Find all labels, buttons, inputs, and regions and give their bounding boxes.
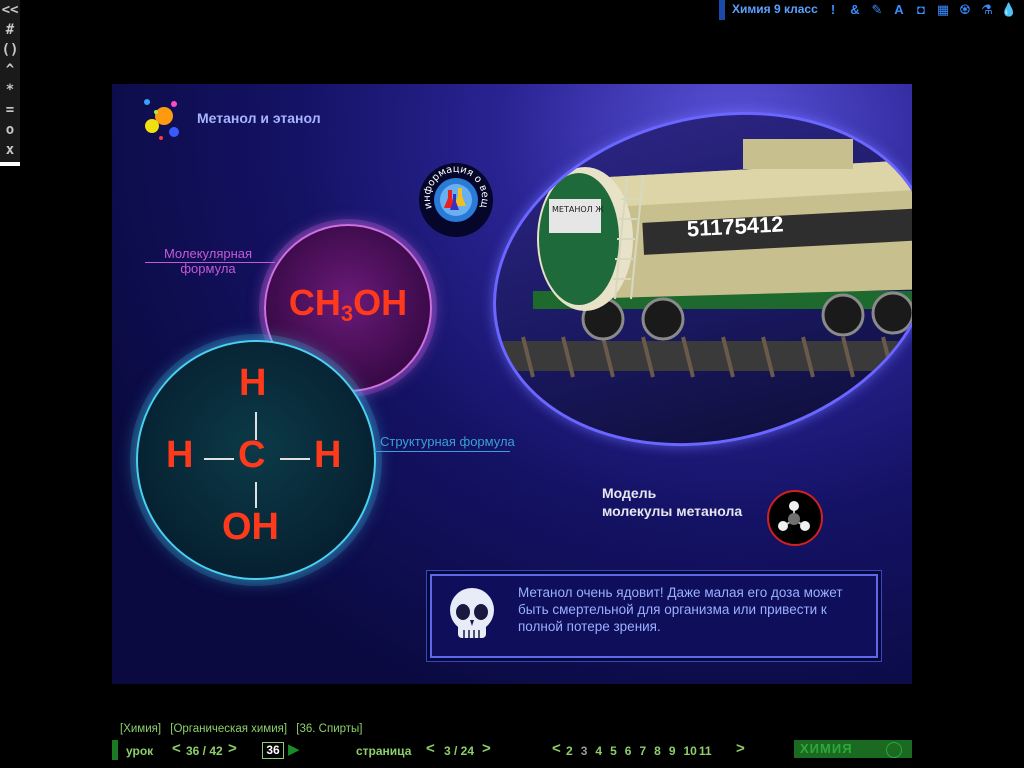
page-link-4[interactable]: 4 [595, 744, 602, 758]
formula-part1: CH [288, 282, 341, 323]
atom-left: H [166, 434, 194, 476]
ampersand-icon[interactable]: & [844, 1, 866, 19]
go-to-lesson-button[interactable]: ▶ [288, 740, 300, 758]
substance-info-button[interactable]: информация о веществах [418, 162, 494, 238]
molecule-model-button[interactable] [767, 490, 823, 546]
parentheses-button[interactable]: () [0, 40, 20, 60]
book-icon[interactable]: ✎ [866, 1, 888, 19]
lesson-prev-button[interactable]: < [172, 740, 181, 757]
bond-top [255, 412, 257, 440]
atom-top: H [239, 362, 267, 404]
structural-formula-circle: H H C H OH [136, 340, 376, 580]
brand-badge: ХИМИЯ [794, 740, 912, 758]
table-icon[interactable]: ▦ [932, 1, 954, 19]
atom-center: C [238, 434, 266, 476]
lesson-number-input[interactable]: 36 [262, 742, 284, 759]
molecule-icon[interactable]: ♼ [954, 1, 976, 19]
warning-text: Метанол очень ядовит! Даже малая его доз… [518, 585, 843, 634]
caret-button[interactable]: ^ [0, 60, 20, 80]
atom-right: H [314, 434, 342, 476]
model-label-line1: Модель [602, 485, 657, 501]
page-link-11[interactable]: 11 [699, 744, 712, 758]
letter-a-icon[interactable]: A [888, 1, 910, 19]
page-link-8[interactable]: 8 [654, 744, 661, 758]
warning-box: Метанол очень ядовит! Даже малая его доз… [430, 574, 878, 658]
bubbles-logo-icon [144, 99, 179, 140]
camera-icon[interactable]: ◘ [910, 1, 932, 19]
page-link-6[interactable]: 6 [625, 744, 632, 758]
slide: Метанол и этанол информация о веществах … [112, 84, 912, 684]
formula-part2: OH [353, 282, 408, 323]
page-link-9[interactable]: 9 [669, 744, 676, 758]
bond-right [280, 458, 310, 460]
page-link-3[interactable]: 3 [581, 744, 588, 758]
breadcrumb-item-alcohols[interactable]: [36. Спирты] [296, 723, 362, 735]
page-link-7[interactable]: 7 [639, 744, 646, 758]
exclamation-icon[interactable]: ! [822, 1, 844, 19]
tank-marking: МЕТАНОЛ Ж [552, 205, 604, 214]
molecular-formula-pointer [145, 262, 275, 263]
model-label-line2: молекулы метанола [602, 503, 743, 519]
skull-icon [450, 588, 494, 638]
molecular-formula: CH3OH [266, 282, 430, 327]
structural-formula-pointer [374, 451, 510, 452]
drop-icon[interactable]: 💧 [998, 1, 1020, 19]
page-label: страница [356, 744, 412, 758]
globe-icon [886, 742, 902, 758]
lesson-next-button[interactable]: > [228, 740, 237, 757]
tank-car-illustration: МЕТАНОЛ Ж 51175412 [503, 139, 912, 378]
asterisk-button[interactable]: * [0, 80, 20, 100]
page-counter: 3 / 24 [444, 744, 475, 758]
molecular-formula-label-line2: формула [180, 261, 236, 276]
equals-button[interactable]: = [0, 100, 20, 120]
tank-number: 51175412 [686, 211, 784, 241]
structural-formula-label: Структурная формула [380, 434, 515, 449]
top-bar: Химия 9 класс ! & ✎ A ◘ ▦ ♼ ⚗ 💧 [719, 0, 1024, 20]
breadcrumb: [Химия] [Органическая химия] [36. Спирты… [120, 723, 369, 735]
molecular-formula-label-line1: Молекулярная [163, 246, 253, 261]
breadcrumb-item-organic-chemistry[interactable]: [Органическая химия] [170, 723, 287, 735]
molecule-model-icon [778, 501, 810, 531]
breadcrumb-item-chemistry[interactable]: [Химия] [120, 723, 161, 735]
top-toolbar: ! & ✎ A ◘ ▦ ♼ ⚗ 💧 [822, 1, 1020, 19]
bond-bottom [255, 482, 257, 508]
brand-label: ХИМИЯ [800, 741, 853, 756]
page-next-button[interactable]: > [482, 740, 491, 757]
slide-title: Метанол и этанол [197, 110, 321, 126]
course-title: Химия 9 класс [732, 2, 818, 16]
page-link-5[interactable]: 5 [610, 744, 617, 758]
lesson-label: урок [126, 744, 154, 758]
atom-bottom: OH [222, 506, 279, 548]
close-button[interactable]: x [0, 140, 20, 160]
pages-next-button[interactable]: > [736, 740, 745, 757]
circle-button[interactable]: o [0, 120, 20, 140]
page-link-10[interactable]: 10 [684, 744, 697, 758]
tank-car-photo: МЕТАНОЛ Ж 51175412 [457, 84, 912, 492]
collapse-button[interactable]: << [0, 0, 20, 20]
flask-icon[interactable]: ⚗ [976, 1, 998, 19]
molecular-formula-label: Молекулярная формула [146, 246, 270, 276]
bond-left [204, 458, 234, 460]
hash-button[interactable]: # [0, 20, 20, 40]
nav-indicator [112, 740, 118, 760]
model-label: Модель молекулы метанола [602, 484, 742, 520]
lesson-counter: 36 / 42 [186, 744, 223, 758]
formula-subscript: 3 [340, 301, 354, 326]
page-numbers: 2 3 4 5 6 7 8 9 10 11 [566, 744, 720, 758]
navigation-bar: урок < 36 / 42 > 36 ▶ страница < 3 / 24 … [112, 740, 912, 760]
header-stripe [719, 0, 725, 20]
page-prev-button[interactable]: < [426, 740, 435, 757]
pages-prev-button[interactable]: < [552, 740, 561, 757]
left-toolbar: << # () ^ * = o x [0, 0, 20, 166]
page-link-2[interactable]: 2 [566, 744, 573, 758]
